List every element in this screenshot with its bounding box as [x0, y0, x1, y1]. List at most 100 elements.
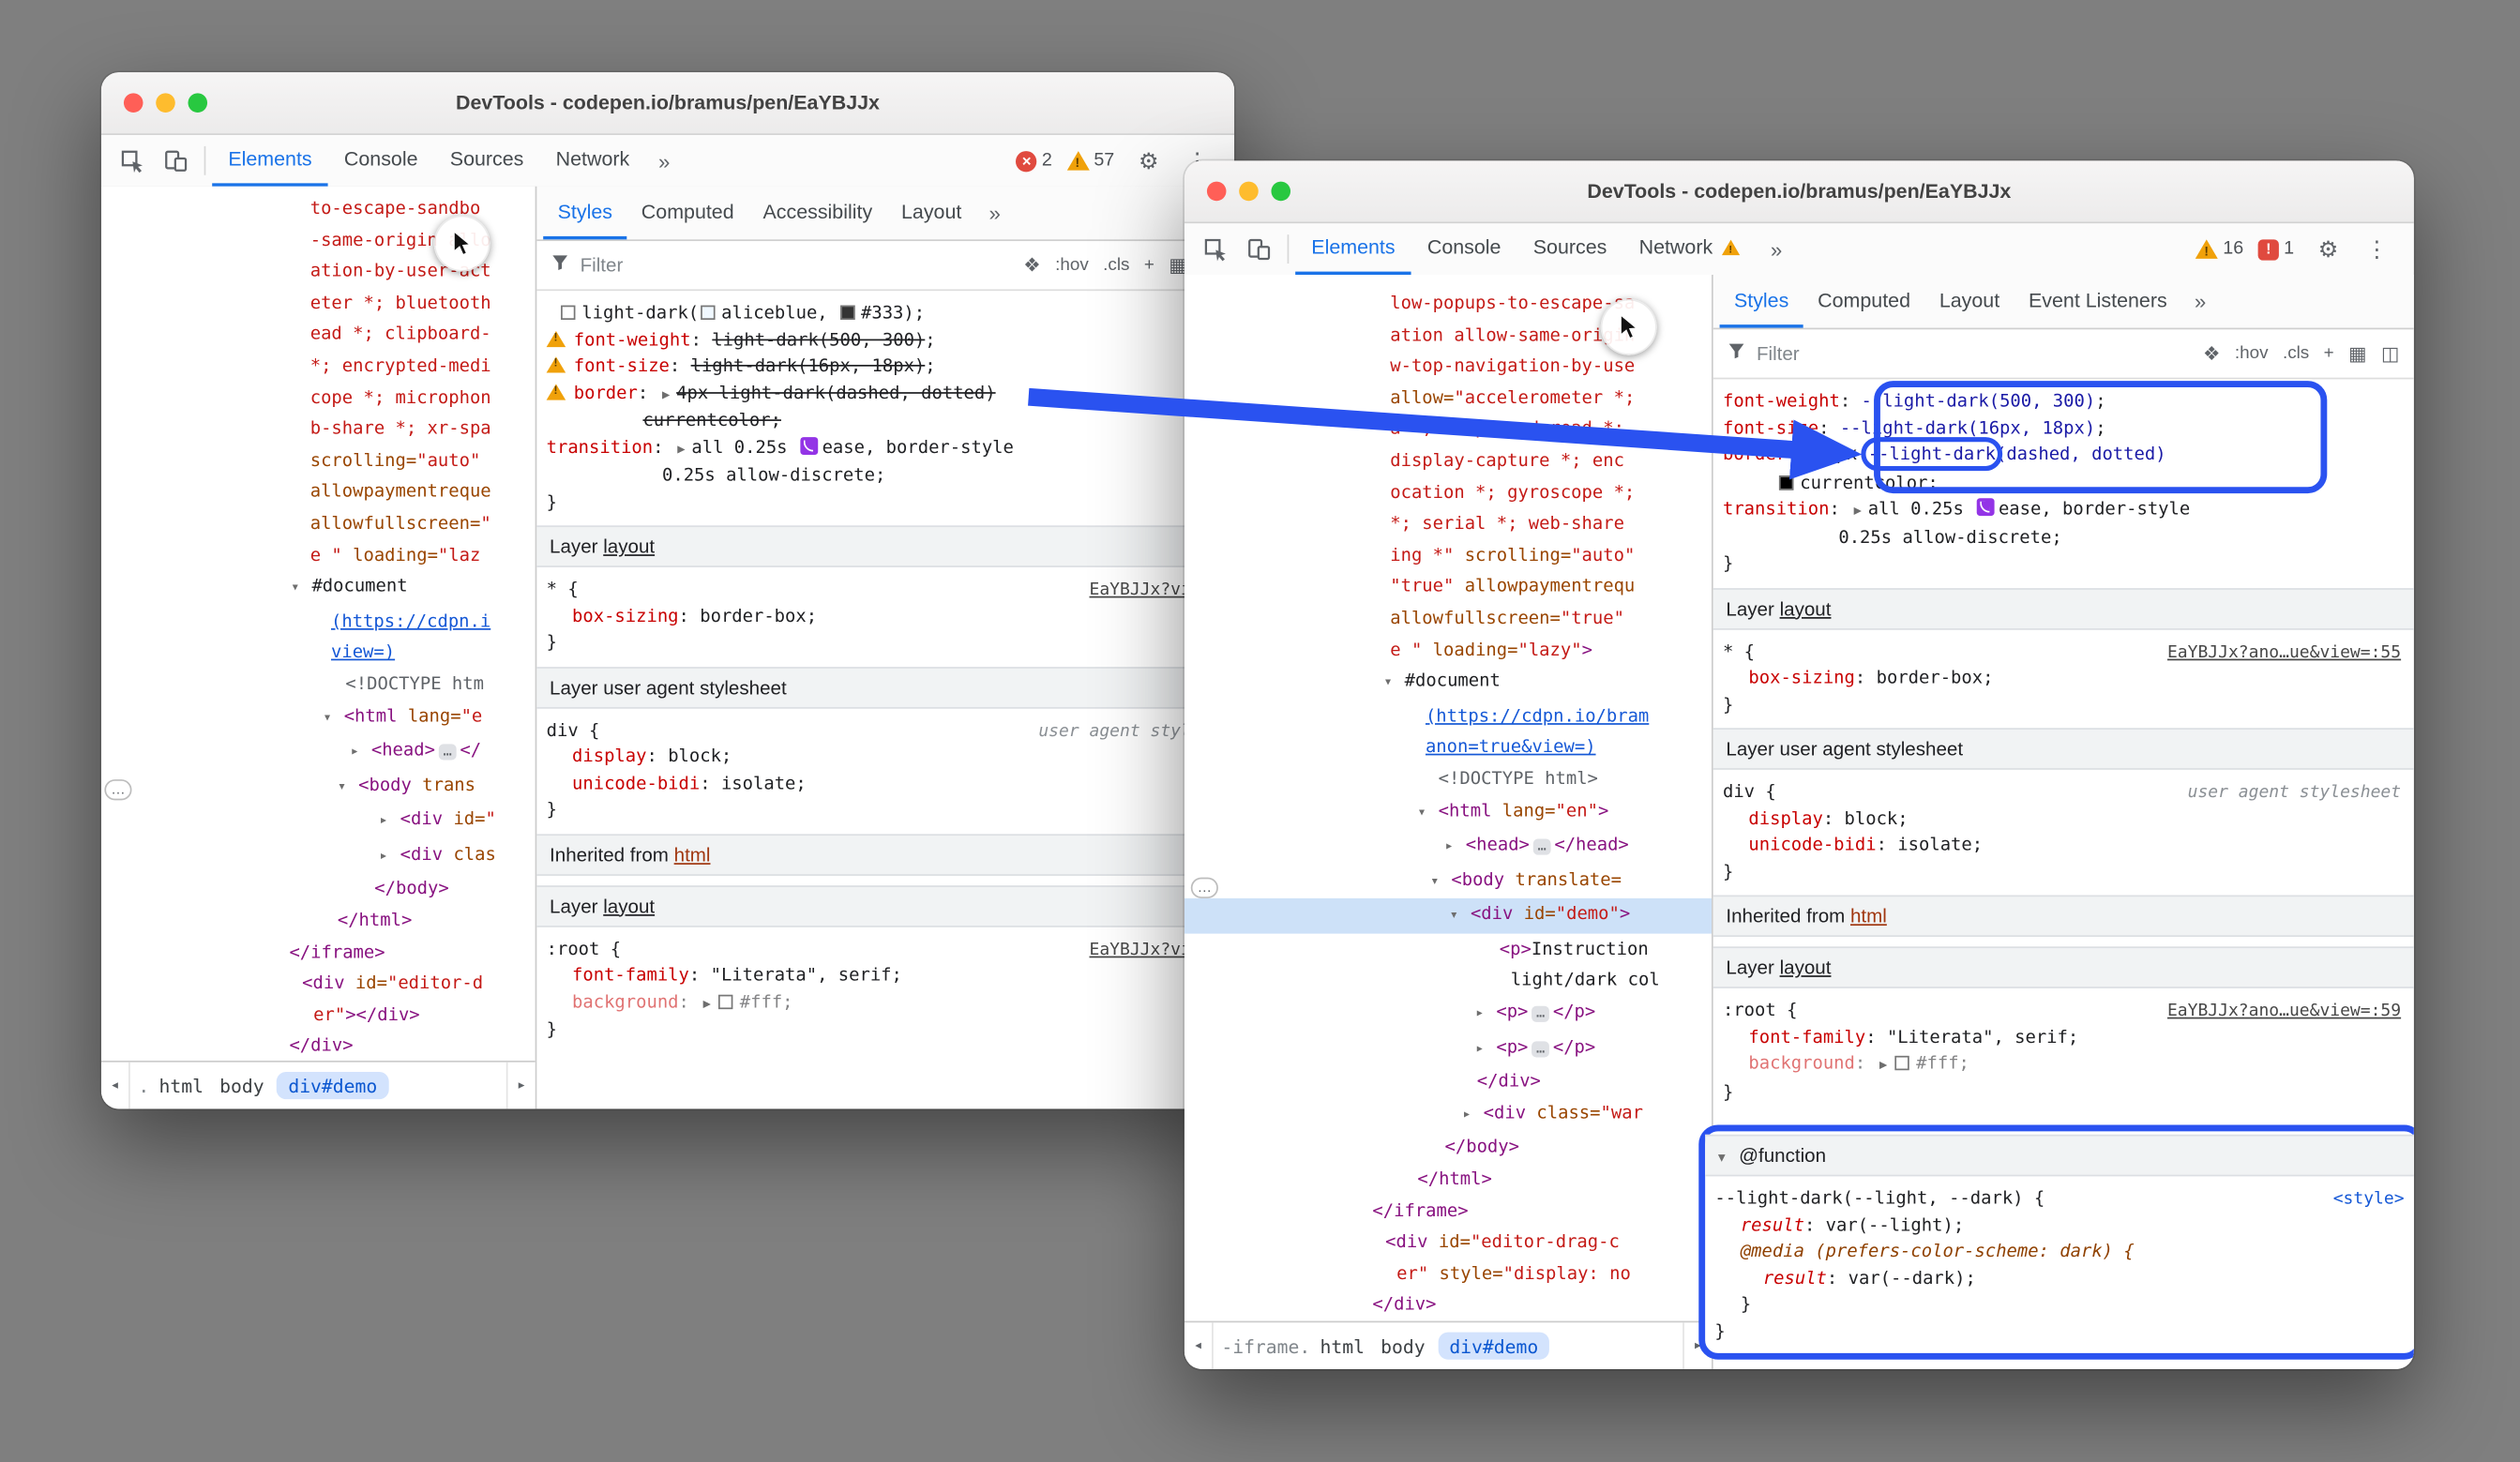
dom-tree-row[interactable]: <!DOCTYPE html>: [1185, 763, 1712, 795]
dom-tree-row[interactable]: w-top-navigation-by-use: [1185, 351, 1712, 383]
link[interactable]: EaYBJJx?ano…ue&view=:59: [2167, 1002, 2401, 1021]
tab-elements[interactable]: Elements: [1295, 223, 1411, 275]
dom-tree-row[interactable]: allow="accelerometer *;: [1185, 382, 1712, 414]
minimize-button[interactable]: [1239, 182, 1259, 202]
settings-gear-icon[interactable]: ⚙: [1129, 147, 1169, 174]
dom-tree-row[interactable]: cope *; microphon: [101, 382, 536, 414]
hidden-elements-ellipsis[interactable]: …: [1191, 878, 1218, 898]
breadcrumb-selected[interactable]: div#demo: [277, 1072, 388, 1099]
tab-sources[interactable]: Sources: [1517, 223, 1623, 275]
ease-icon[interactable]: [800, 436, 818, 454]
exp-icon[interactable]: ▶: [703, 996, 711, 1010]
dom-tree-row[interactable]: ▾<html lang="e: [101, 700, 536, 734]
dom-tree-row[interactable]: </div>: [1185, 1066, 1712, 1098]
dom-tree-row[interactable]: ▾<body translate=: [1185, 864, 1712, 898]
tab-layout[interactable]: Layout: [887, 187, 976, 240]
exp-icon[interactable]: ▶: [1854, 503, 1862, 517]
dom-tree-row[interactable]: (https://cdpn.io/bram: [1185, 701, 1712, 732]
dom-tree-row[interactable]: ▾<html lang="en">: [1185, 794, 1712, 829]
exp-icon[interactable]: ▶: [677, 441, 685, 455]
color-swatch[interactable]: [561, 306, 575, 320]
dom-tree-row[interactable]: ▾<body trans: [101, 769, 536, 804]
color-swatch[interactable]: [719, 994, 733, 1008]
tab-layout[interactable]: Layout: [1924, 275, 2014, 328]
dom-tree-row[interactable]: *; serial *; web-share: [1185, 508, 1712, 540]
more-tabs-chevron[interactable]: »: [2181, 289, 2219, 313]
toggle-hover-button[interactable]: :hov: [1055, 255, 1089, 275]
color-swatch[interactable]: [1779, 475, 1793, 489]
dom-tree-row[interactable]: ▸<p>…</p>: [1185, 997, 1712, 1032]
more-panels-chevron[interactable]: »: [645, 149, 683, 173]
dom-tree-row[interactable]: eter *; bluetooth: [101, 287, 536, 319]
new-style-rule-button[interactable]: +: [2324, 344, 2334, 364]
device-toolbar-icon[interactable]: [1237, 238, 1280, 261]
dom-tree-row[interactable]: er"></div>: [101, 1000, 536, 1032]
link[interactable]: layout: [603, 535, 655, 558]
filter-input[interactable]: Filter: [1757, 342, 1800, 365]
tab-styles[interactable]: Styles: [1720, 275, 1803, 328]
dom-tree-row[interactable]: ing *" scrolling="auto": [1185, 539, 1712, 571]
dom-tree-row[interactable]: *; encrypted-medi: [101, 351, 536, 383]
tab-sources[interactable]: Sources: [434, 135, 540, 187]
dom-tree-row[interactable]: <div id="editor-d: [101, 968, 536, 1000]
link[interactable]: (https://cdpn.i: [331, 610, 490, 631]
element-classes-button[interactable]: .cls: [1103, 255, 1129, 275]
dom-tree-row[interactable]: ▸<div clas: [101, 838, 536, 873]
zoom-button[interactable]: [188, 93, 207, 113]
dom-tree-row[interactable]: </iframe>: [1185, 1195, 1712, 1227]
warning-counter[interactable]: 16: [2196, 239, 2250, 259]
dom-tree-row[interactable]: a *; clipboard-read *;: [1185, 414, 1712, 445]
zoom-button[interactable]: [1271, 182, 1290, 202]
dom-tree-row[interactable]: (https://cdpn.i: [101, 606, 536, 638]
dom-tree-row[interactable]: ▸<p>…</p>: [1185, 1032, 1712, 1066]
color-swatch[interactable]: [840, 306, 854, 320]
grid-icon[interactable]: ▦: [2348, 342, 2366, 365]
link[interactable]: html: [1850, 905, 1887, 927]
dom-tree-row[interactable]: e " loading="laz: [101, 539, 536, 571]
dom-tree-row[interactable]: display-capture *; enc: [1185, 445, 1712, 477]
dom-tree-row[interactable]: ▸<div id=": [101, 804, 536, 838]
link[interactable]: layout: [1780, 957, 1832, 979]
warning-counter[interactable]: 57: [1066, 151, 1121, 171]
layers-icon[interactable]: ❖: [1023, 254, 1040, 277]
kebab-menu-icon[interactable]: ⋮: [2356, 235, 2398, 263]
inspect-icon[interactable]: [111, 149, 154, 173]
breadcrumb-item[interactable]: html: [1312, 1334, 1373, 1357]
layers-icon[interactable]: ❖: [2203, 342, 2220, 365]
link[interactable]: layout: [603, 895, 655, 917]
tab-computed[interactable]: Computed: [1803, 275, 1925, 328]
tab-network[interactable]: Network: [1622, 223, 1758, 275]
error-counter[interactable]: 2: [1016, 150, 1058, 171]
more-panels-chevron[interactable]: »: [1758, 237, 1795, 262]
filter-input[interactable]: Filter: [581, 254, 624, 277]
dom-tree-row[interactable]: </html>: [101, 905, 536, 937]
tab-computed[interactable]: Computed: [626, 187, 748, 240]
dom-tree-row[interactable]: </div>: [101, 1031, 536, 1061]
ease-icon[interactable]: [1976, 498, 1994, 516]
close-button[interactable]: [1207, 182, 1227, 202]
link[interactable]: view=): [331, 641, 395, 662]
dom-tree-row[interactable]: scrolling="auto": [101, 445, 536, 476]
element-classes-button[interactable]: .cls: [2283, 344, 2309, 364]
dom-tree-row[interactable]: </body>: [101, 873, 536, 905]
dom-tree-row[interactable]: light/dark col: [1185, 965, 1712, 997]
more-tabs-chevron[interactable]: »: [976, 201, 1014, 225]
crumb-scroll-right-button[interactable]: ▸: [506, 1063, 536, 1109]
crumb-scroll-left-button[interactable]: ◂: [101, 1063, 130, 1109]
link[interactable]: layout: [1780, 597, 1832, 620]
link[interactable]: EaYBJJx?ano…ue&view=:55: [2167, 642, 2401, 662]
dom-tree-row[interactable]: e " loading="lazy">: [1185, 634, 1712, 666]
dom-tree-row[interactable]: er" style="display: no: [1185, 1258, 1712, 1289]
dom-tree-row[interactable]: ▾<div id="demo">: [1185, 898, 1712, 933]
link[interactable]: <style>: [2333, 1189, 2405, 1209]
dom-tree-row[interactable]: "true" allowpaymentrequ: [1185, 571, 1712, 603]
tab-styles[interactable]: Styles: [543, 187, 626, 240]
settings-gear-icon[interactable]: ⚙: [2308, 235, 2347, 263]
color-swatch[interactable]: [701, 306, 715, 320]
inspect-icon[interactable]: [1194, 237, 1237, 262]
dom-tree-row[interactable]: </body>: [1185, 1132, 1712, 1164]
dom-tree-row[interactable]: </div>: [1185, 1289, 1712, 1321]
dom-tree-row[interactable]: anon=true&view=): [1185, 731, 1712, 763]
dom-tree-row[interactable]: ocation *; gyroscope *;: [1185, 476, 1712, 508]
breadcrumb-item[interactable]: html: [151, 1075, 212, 1097]
